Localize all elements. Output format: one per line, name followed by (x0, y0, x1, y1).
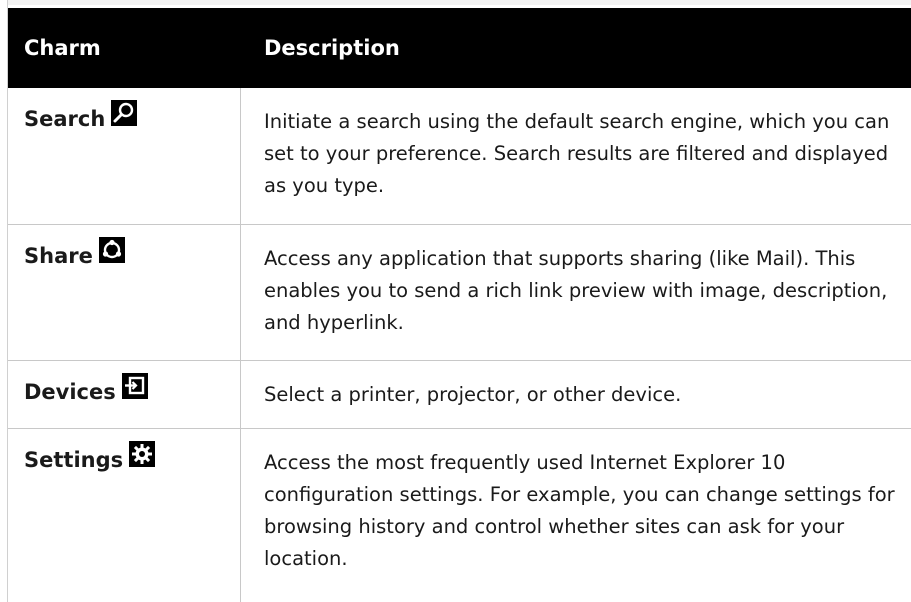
description-cell: Initiate a search using the default sear… (264, 110, 890, 197)
charms-table: Charm Description Search Initiate a sear… (0, 0, 911, 602)
left-margin-rule (0, 0, 8, 602)
top-rule (0, 0, 911, 5)
charm-cell: Settings (24, 441, 156, 473)
table-row: Search Initiate a search using the defau… (8, 88, 911, 225)
description-cell: Access the most frequently used Internet… (264, 451, 895, 570)
table-row: Devices Select a printer, projector, or … (8, 361, 911, 429)
column-divider (240, 88, 241, 224)
charm-name: Share (24, 244, 93, 268)
column-divider (240, 361, 241, 428)
table-row: Share Access any application that suppor… (8, 225, 911, 361)
charm-name: Settings (24, 448, 124, 472)
settings-icon (129, 441, 156, 467)
charm-cell: Devices (24, 373, 148, 405)
devices-icon (121, 373, 148, 399)
table-row: Settings Access the most frequently used… (8, 429, 911, 602)
header-description: Description (264, 36, 400, 60)
share-icon (98, 237, 125, 263)
charm-cell: Share (24, 237, 125, 269)
header-charm: Charm (24, 36, 101, 60)
charm-cell: Search (24, 100, 138, 132)
description-cell: Select a printer, projector, or other de… (264, 383, 682, 406)
charm-name: Search (24, 107, 106, 131)
column-divider (240, 429, 241, 602)
column-divider (240, 225, 241, 360)
search-icon (111, 100, 138, 126)
table-header-row: Charm Description (8, 8, 911, 88)
description-cell: Access any application that supports sha… (264, 247, 888, 334)
charm-name: Devices (24, 380, 116, 404)
